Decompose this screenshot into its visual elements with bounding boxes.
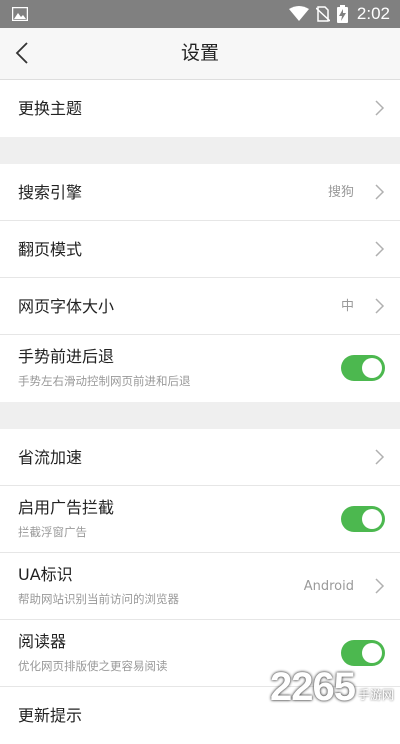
- setting-data-saver[interactable]: 省流加速: [0, 429, 400, 486]
- setting-label: 网页字体大小: [18, 297, 115, 316]
- setting-search-engine[interactable]: 搜索引擎 搜狗: [0, 164, 400, 221]
- toggle-knob: [362, 358, 382, 378]
- status-time: 2:02: [356, 4, 390, 23]
- watermark-text: 手游网: [357, 688, 394, 702]
- toggle-knob: [362, 509, 382, 529]
- setting-description: 帮助网站识别当前访问的浏览器: [18, 592, 179, 606]
- setting-description: 拦截浮窗广告: [18, 525, 87, 539]
- setting-label: 启用广告拦截: [18, 498, 115, 517]
- ad-block-toggle[interactable]: [341, 506, 385, 532]
- page-title: 设置: [180, 42, 219, 64]
- app-header: 设置: [0, 28, 400, 80]
- chevron-right-icon: [375, 578, 385, 594]
- no-sim-icon: [315, 6, 330, 22]
- site-watermark: 2265 手游网: [270, 667, 394, 707]
- image-icon: [12, 7, 28, 21]
- setting-label: 翻页模式: [18, 240, 83, 259]
- setting-gesture-navigation: 手势前进后退 手势左右滑动控制网页前进和后退: [0, 335, 400, 402]
- setting-label: 手势前进后退: [18, 347, 115, 366]
- setting-value: 搜狗: [327, 185, 354, 200]
- toggle-knob: [362, 643, 382, 663]
- section-gap: [0, 137, 400, 164]
- settings-group-browsing: 搜索引擎 搜狗 翻页模式 网页字体大小 中 手势前进后退 手势左右滑动控制网页前…: [0, 164, 400, 402]
- setting-description: 优化网页排版使之更容易阅读: [18, 659, 168, 673]
- status-bar: 2:02: [0, 0, 400, 28]
- chevron-right-icon: [375, 241, 385, 257]
- chevron-right-icon: [375, 184, 385, 200]
- section-gap: [0, 402, 400, 429]
- setting-user-agent[interactable]: UA标识 帮助网站识别当前访问的浏览器 Android: [0, 553, 400, 620]
- setting-description: 手势左右滑动控制网页前进和后退: [18, 374, 191, 388]
- setting-ad-block: 启用广告拦截 拦截浮窗广告: [0, 486, 400, 553]
- setting-label: UA标识: [18, 565, 73, 584]
- setting-label: 阅读器: [18, 632, 67, 651]
- reader-toggle[interactable]: [341, 640, 385, 666]
- settings-group-theme: 更换主题: [0, 80, 400, 137]
- wifi-icon: [288, 6, 309, 21]
- setting-label: 省流加速: [18, 448, 83, 467]
- chevron-right-icon: [375, 449, 385, 465]
- setting-page-turn-mode[interactable]: 翻页模式: [0, 221, 400, 278]
- battery-charging-icon: [336, 5, 348, 23]
- setting-label: 更新提示: [18, 706, 83, 725]
- chevron-right-icon: [375, 298, 385, 314]
- setting-value: Android: [303, 579, 354, 594]
- setting-font-size[interactable]: 网页字体大小 中: [0, 278, 400, 335]
- gesture-toggle[interactable]: [341, 355, 385, 381]
- chevron-right-icon: [375, 100, 385, 116]
- setting-change-theme[interactable]: 更换主题: [0, 80, 400, 137]
- watermark-number: 2265: [270, 665, 356, 709]
- setting-label: 更换主题: [18, 99, 83, 118]
- setting-value: 中: [340, 299, 354, 314]
- setting-label: 搜索引擎: [18, 183, 83, 202]
- status-icons: 2:02: [288, 4, 390, 24]
